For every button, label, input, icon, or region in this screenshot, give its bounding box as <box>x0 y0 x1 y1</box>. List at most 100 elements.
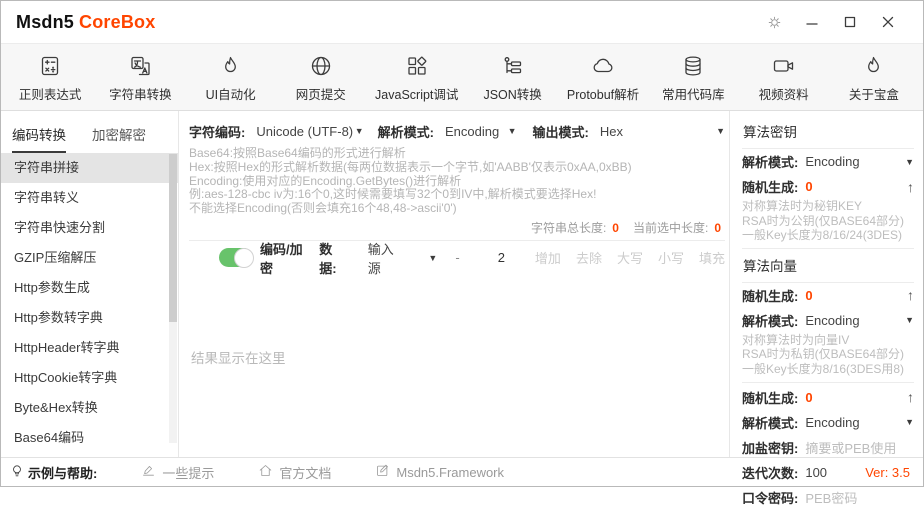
tool-web-submit[interactable]: 网页提交 <box>285 52 357 103</box>
minimize-icon <box>806 16 818 28</box>
password-row: 口令密码: PEB密码 <box>742 485 914 510</box>
chevron-down-icon[interactable]: ▼ <box>905 417 914 427</box>
data-source-value[interactable]: 输入源 <box>368 239 405 277</box>
divider <box>742 247 914 249</box>
hint-line: 一般Key长度为8/16(3DES用8) <box>742 361 905 376</box>
framework-link[interactable]: Msdn5.Framework <box>375 463 504 481</box>
flame-icon <box>219 52 242 78</box>
iv-random-row: 随机生成: 0 ↑ <box>742 283 914 308</box>
output-mode-label: 输出模式: <box>532 124 589 140</box>
chevron-down-icon: ▼ <box>354 126 364 136</box>
lowercase-button[interactable]: 小写 <box>658 248 684 267</box>
tool-javascript-debug[interactable]: JavaScript调试 <box>375 52 458 103</box>
input-textarea[interactable] <box>189 275 725 347</box>
tips-link[interactable]: 一些提示 <box>141 463 214 482</box>
parse-mode-label: 解析模式: <box>742 313 799 329</box>
random-generate-value[interactable]: 0 <box>805 288 812 303</box>
tool-label: 关于宝盒 <box>848 87 899 102</box>
toggle-knob <box>234 247 254 268</box>
edit-icon <box>375 463 390 481</box>
maximize-button[interactable] <box>831 7 869 37</box>
up-arrow-icon[interactable]: ↑ <box>907 179 914 195</box>
output-mode-dropdown[interactable]: Hex ▼ <box>600 124 725 139</box>
result-placeholder[interactable]: 结果显示在这里 <box>189 347 725 367</box>
output-mode-value: Hex <box>599 123 623 139</box>
hint-line: 对称算法时为秘钥KEY <box>742 199 863 213</box>
salt-parse-mode-row: 解析模式: Encoding ▼ <box>742 410 914 435</box>
tool-ui-automation[interactable]: UI自动化 <box>195 52 267 103</box>
tool-code-library[interactable]: 常用代码库 <box>657 52 729 103</box>
total-length-value: 0 <box>612 220 619 235</box>
tool-protobuf-parse[interactable]: Protobuf解析 <box>567 52 639 103</box>
password-label: 口令密码: <box>742 490 799 506</box>
key-panel: 算法密钥 解析模式: Encoding ▼ 随机生成: 0 ↑ 对称算法时为秘钥… <box>729 111 923 506</box>
sidebar-item-bytehex[interactable]: Byte&Hex转换 <box>1 393 178 423</box>
charset-label: 字符编码: <box>189 124 246 140</box>
chevron-down-icon[interactable]: ▼ <box>905 157 914 167</box>
parse-mode-value[interactable]: Encoding <box>805 415 859 430</box>
sidebar-scrollbar-track[interactable] <box>169 154 177 443</box>
blocks-icon <box>405 52 429 78</box>
docs-link[interactable]: 官方文档 <box>258 463 331 482</box>
add-button[interactable]: 增加 <box>535 248 561 267</box>
close-button[interactable] <box>869 7 907 37</box>
tool-about[interactable]: 关于宝盒 <box>838 52 910 103</box>
chevron-down-icon: ▼ <box>507 126 517 136</box>
toolbar: 正则表达式 字符串转换 UI自动化 网页提交 JavaScript调试 JSON… <box>1 43 923 111</box>
chevron-down-icon[interactable]: ▼ <box>428 253 437 263</box>
encode-encrypt-toggle[interactable] <box>219 247 254 268</box>
sidebar-item-http-param-dict[interactable]: Http参数转字典 <box>1 303 178 333</box>
charset-value: Unicode (UTF-8) <box>256 123 354 139</box>
parse-mode-value[interactable]: Encoding <box>805 154 859 169</box>
random-generate-value[interactable]: 0 <box>805 390 812 405</box>
selected-length-value: 0 <box>714 220 721 235</box>
sidebar-item-httpheader-dict[interactable]: HttpHeader转字典 <box>1 333 178 363</box>
sidebar-item-httpcookie-dict[interactable]: HttpCookie转字典 <box>1 363 178 393</box>
divider <box>742 381 914 383</box>
sidebar-item-string-escape[interactable]: 字符串转义 <box>1 183 178 213</box>
up-arrow-icon[interactable]: ↑ <box>907 389 914 405</box>
tool-label: JSON转换 <box>483 87 542 102</box>
sidebar-item-http-param-gen[interactable]: Http参数生成 <box>1 273 178 303</box>
password-field[interactable]: PEB密码 <box>805 488 857 507</box>
tool-label: Protobuf解析 <box>566 87 640 102</box>
sidebar-item-base64[interactable]: Base64编码 <box>1 423 178 453</box>
hint-line: RSA时为私钥(仅BASE64部分) <box>742 347 905 362</box>
sidebar-item-string-split[interactable]: 字符串快速分割 <box>1 213 178 243</box>
parse-mode-value[interactable]: Encoding <box>805 313 859 328</box>
docs-label: 官方文档 <box>279 465 332 481</box>
hint-line: Base64:按照Base64编码的形式进行解析 <box>189 146 406 160</box>
cloud-icon <box>590 52 616 78</box>
tab-encrypt-decrypt[interactable]: 加密解密 <box>92 124 146 153</box>
length-stats: 字符串总长度: 0 当前选中长度: 0 <box>189 216 725 240</box>
tool-string-convert[interactable]: 字符串转换 <box>104 52 176 103</box>
tool-label: JavaScript调试 <box>375 87 459 102</box>
pad-button[interactable]: 填充 <box>699 248 725 267</box>
footer: 示例与帮助: 一些提示 官方文档 Msdn5.Framework Ver: 3.… <box>1 457 923 486</box>
charset-dropdown[interactable]: Unicode (UTF-8) ▼ <box>256 124 363 139</box>
sidebar-scrollbar-thumb[interactable] <box>169 154 177 322</box>
globe-icon <box>309 52 333 78</box>
parse-mode-dropdown[interactable]: Encoding ▼ <box>445 124 517 139</box>
salt-key-label: 加盐密钥: <box>742 440 799 456</box>
salt-key-field[interactable]: 摘要或PEB使用 <box>805 438 896 457</box>
chevron-down-icon[interactable]: ▼ <box>905 315 914 325</box>
sidebar-item-string-concat[interactable]: 字符串拼接 <box>1 153 178 183</box>
window-controls <box>755 7 907 37</box>
random-generate-value[interactable]: 0 <box>805 179 812 194</box>
tab-encoding-convert[interactable]: 编码转换 <box>12 124 66 153</box>
remove-button[interactable]: 去除 <box>576 248 602 267</box>
count-field[interactable]: 2 <box>498 250 505 265</box>
toggle-label: 编码/加密 <box>260 241 303 276</box>
minimize-button[interactable] <box>793 7 831 37</box>
tool-json-convert[interactable]: JSON转换 <box>477 52 549 103</box>
settings-button[interactable] <box>755 7 793 37</box>
key-random-row: 随机生成: 0 ↑ <box>742 174 914 199</box>
up-arrow-icon[interactable]: ↑ <box>907 287 914 303</box>
uppercase-button[interactable]: 大写 <box>617 248 643 267</box>
tool-video-material[interactable]: 视频资料 <box>748 52 820 103</box>
tool-regex[interactable]: 正则表达式 <box>14 52 86 103</box>
help-group: 示例与帮助: <box>9 463 97 482</box>
sidebar-item-gzip[interactable]: GZIP压缩解压 <box>1 243 178 273</box>
string-convert-icon <box>128 52 153 78</box>
